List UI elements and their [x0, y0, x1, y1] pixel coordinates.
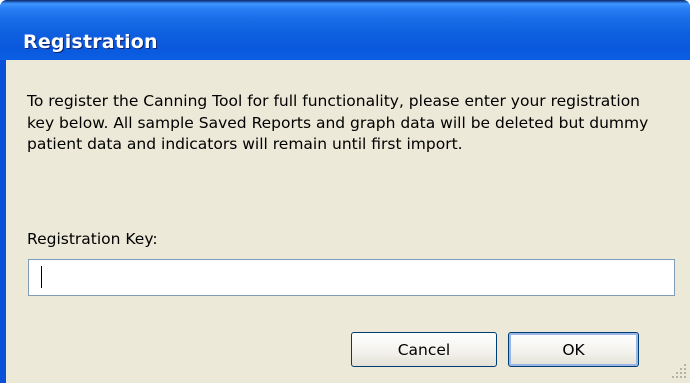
cancel-button[interactable]: Cancel [351, 332, 497, 367]
window-title: Registration [23, 31, 158, 53]
text-caret [41, 266, 42, 288]
title-bar[interactable]: Registration [0, 0, 690, 60]
resize-grip-icon[interactable] [672, 362, 688, 380]
registration-key-label: Registration Key: [27, 230, 158, 248]
registration-dialog: Registration [0, 0, 690, 383]
registration-message: To register the Canning Tool for full fu… [27, 92, 649, 153]
ok-button[interactable]: OK [508, 332, 639, 367]
registration-key-input[interactable] [28, 259, 675, 296]
